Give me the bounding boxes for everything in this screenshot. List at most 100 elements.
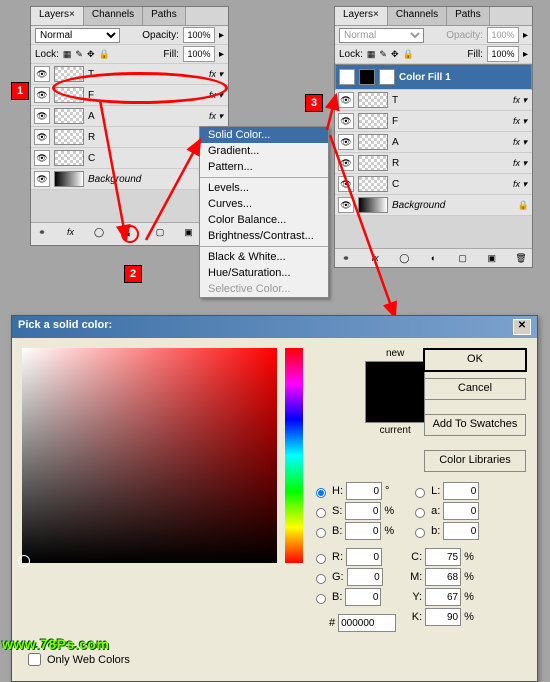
visibility-icon[interactable]: 👁 <box>339 69 355 85</box>
fx-badge[interactable]: fx ▾ <box>513 179 527 190</box>
visibility-icon[interactable]: 👁 <box>34 87 50 103</box>
fx-badge[interactable]: fx ▾ <box>513 158 527 169</box>
menu-item-hue-saturation[interactable]: Hue/Saturation... <box>200 265 328 281</box>
radio-b2[interactable] <box>316 594 326 604</box>
lock-transparency-icon[interactable]: ▦ <box>63 49 72 60</box>
fx-badge[interactable]: fx ▾ <box>209 111 223 122</box>
visibility-icon[interactable]: 👁 <box>34 66 50 82</box>
fill-flyout-icon[interactable]: ▸ <box>219 49 224 60</box>
s-input[interactable] <box>345 502 381 520</box>
opacity-flyout-icon[interactable]: ▸ <box>523 30 528 41</box>
adjustment-layer-icon[interactable]: ◐ <box>121 225 139 243</box>
tab-channels[interactable]: Channels <box>388 7 447 25</box>
visibility-icon[interactable]: 👁 <box>34 108 50 124</box>
hue-slider[interactable] <box>285 348 303 563</box>
lock-all-icon[interactable]: 🔒 <box>99 49 110 60</box>
fill-value[interactable]: 100% <box>487 46 519 62</box>
new-layer-icon[interactable]: ▣ <box>485 251 499 265</box>
lock-all-icon[interactable]: 🔒 <box>403 49 414 60</box>
radio-a[interactable] <box>415 508 425 518</box>
layer-row-color-fill[interactable]: 👁 Color Fill 1 <box>335 64 532 90</box>
menu-item-black-white[interactable]: Black & White... <box>200 249 328 265</box>
b-input[interactable] <box>345 522 381 540</box>
hex-input[interactable] <box>338 614 396 632</box>
lock-move-icon[interactable]: ✥ <box>391 49 399 60</box>
new-layer-icon[interactable]: ▣ <box>182 225 196 239</box>
fx-badge[interactable]: fx ▾ <box>513 137 527 148</box>
lock-move-icon[interactable]: ✥ <box>87 49 95 60</box>
dialog-titlebar[interactable]: Pick a solid color: ✕ <box>12 316 537 338</box>
tab-layers[interactable]: Layers× <box>31 7 84 25</box>
web-colors-checkbox[interactable]: Only Web Colors <box>24 650 525 669</box>
h-input[interactable] <box>346 482 382 500</box>
visibility-icon[interactable]: 👁 <box>34 171 50 187</box>
visibility-icon[interactable]: 👁 <box>338 155 354 171</box>
k-input[interactable] <box>425 608 461 626</box>
fill-value[interactable]: 100% <box>183 46 215 62</box>
menu-item-pattern[interactable]: Pattern... <box>200 159 328 175</box>
visibility-icon[interactable]: 👁 <box>338 113 354 129</box>
radio-g[interactable] <box>316 574 326 584</box>
blend-mode-select[interactable]: Normal <box>35 28 120 43</box>
radio-b3[interactable] <box>415 528 425 538</box>
ok-button[interactable]: OK <box>423 348 527 372</box>
link-layers-icon[interactable]: ⚭ <box>35 225 49 239</box>
layer-row-F[interactable]: 👁Ffx ▾ <box>335 111 532 132</box>
opacity-value[interactable]: 100% <box>487 27 519 43</box>
b2-input[interactable] <box>345 588 381 606</box>
add-swatches-button[interactable]: Add To Swatches <box>424 414 526 436</box>
blend-mode-select[interactable]: Normal <box>339 28 424 43</box>
radio-s[interactable] <box>316 508 326 518</box>
opacity-value[interactable]: 100% <box>183 27 215 43</box>
layer-row-background[interactable]: 👁Background🔒 <box>335 195 532 216</box>
c-input[interactable] <box>425 548 461 566</box>
layer-row-R[interactable]: 👁Rfx ▾ <box>335 153 532 174</box>
l-input[interactable] <box>443 482 479 500</box>
group-icon[interactable]: ▢ <box>456 251 470 265</box>
menu-item-solid-color[interactable]: Solid Color... <box>200 127 328 143</box>
radio-r[interactable] <box>316 554 326 564</box>
lock-paint-icon[interactable]: ✎ <box>379 49 387 60</box>
visibility-icon[interactable]: 👁 <box>34 150 50 166</box>
menu-item-levels[interactable]: Levels... <box>200 180 328 196</box>
opacity-flyout-icon[interactable]: ▸ <box>219 30 224 41</box>
mask-icon[interactable]: ◯ <box>397 251 411 265</box>
r-input[interactable] <box>346 548 382 566</box>
m-input[interactable] <box>425 568 461 586</box>
radio-b[interactable] <box>316 528 326 538</box>
tab-channels[interactable]: Channels <box>84 7 143 25</box>
trash-icon[interactable]: 🗑 <box>514 251 528 265</box>
menu-item-brightness-contrast[interactable]: Brightness/Contrast... <box>200 228 328 244</box>
layer-row-C[interactable]: 👁Cfx ▾ <box>335 174 532 195</box>
lock-paint-icon[interactable]: ✎ <box>75 49 83 60</box>
visibility-icon[interactable]: 👁 <box>338 197 354 213</box>
adjustment-layer-icon[interactable]: ◐ <box>426 251 440 265</box>
radio-l[interactable] <box>415 488 425 498</box>
layer-row-A[interactable]: 👁 A fx ▾ <box>31 106 228 127</box>
g-input[interactable] <box>347 568 383 586</box>
mask-icon[interactable]: ◯ <box>92 225 106 239</box>
group-icon[interactable]: ▢ <box>153 225 167 239</box>
fx-badge[interactable]: fx ▾ <box>513 95 527 106</box>
visibility-icon[interactable]: 👁 <box>34 129 50 145</box>
a-input[interactable] <box>443 502 479 520</box>
visibility-icon[interactable]: 👁 <box>338 176 354 192</box>
fx-icon[interactable]: fx <box>64 225 78 239</box>
layer-row-T[interactable]: 👁Tfx ▾ <box>335 90 532 111</box>
menu-item-selective-color[interactable]: Selective Color... <box>200 281 328 297</box>
color-field[interactable] <box>22 348 277 563</box>
y-input[interactable] <box>425 588 461 606</box>
cancel-button[interactable]: Cancel <box>424 378 526 400</box>
menu-item-gradient[interactable]: Gradient... <box>200 143 328 159</box>
visibility-icon[interactable]: 👁 <box>338 92 354 108</box>
tab-layers[interactable]: Layers× <box>335 7 388 25</box>
color-libraries-button[interactable]: Color Libraries <box>424 450 526 472</box>
menu-item-curves[interactable]: Curves... <box>200 196 328 212</box>
fx-icon[interactable]: fx <box>368 251 382 265</box>
menu-item-color-balance[interactable]: Color Balance... <box>200 212 328 228</box>
lock-transparency-icon[interactable]: ▦ <box>367 49 376 60</box>
b3-input[interactable] <box>443 522 479 540</box>
close-icon[interactable]: ✕ <box>513 319 531 335</box>
tab-paths[interactable]: Paths <box>447 7 490 25</box>
fill-flyout-icon[interactable]: ▸ <box>523 49 528 60</box>
